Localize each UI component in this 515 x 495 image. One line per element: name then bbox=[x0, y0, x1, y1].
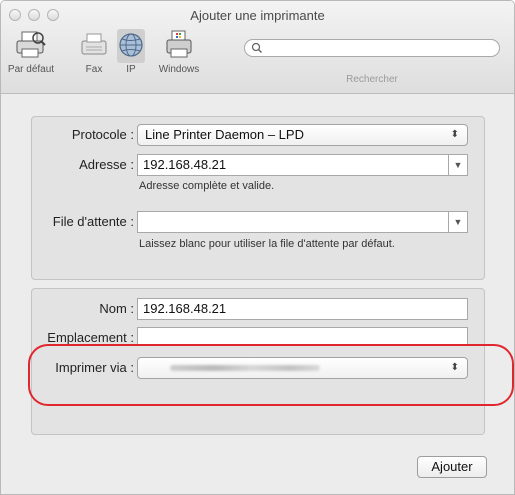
selected-highlight bbox=[117, 29, 145, 63]
fax-icon bbox=[81, 33, 107, 55]
add-button[interactable]: Ajouter bbox=[417, 456, 487, 478]
updown-arrows-icon: ⬍ bbox=[450, 129, 459, 140]
toolbar-item-default[interactable]: Par défaut bbox=[1, 29, 61, 75]
search-label: Rechercher bbox=[346, 74, 398, 85]
protocol-label: Protocole : bbox=[71, 127, 134, 142]
queue-label: File d'attente : bbox=[52, 214, 134, 229]
address-value: 192.168.48.21 bbox=[143, 157, 227, 172]
address-hint: Adresse complète et valide. bbox=[139, 180, 275, 192]
toolbar-item-fax[interactable]: Fax bbox=[79, 29, 109, 75]
chevron-down-icon[interactable]: ▼ bbox=[448, 212, 467, 232]
name-label: Nom : bbox=[99, 301, 134, 316]
name-value: 192.168.48.21 bbox=[143, 301, 227, 316]
title-toolbar: Ajouter une imprimante Par défaut Fax IP… bbox=[1, 1, 514, 94]
address-label: Adresse : bbox=[79, 157, 134, 172]
window-title: Ajouter une imprimante bbox=[190, 8, 325, 23]
queue-hint: Laissez blanc pour utiliser la file d'at… bbox=[139, 238, 395, 250]
protocol-popup[interactable]: Line Printer Daemon – LPD ⬍ bbox=[137, 124, 468, 146]
toolbar-item-label: Windows bbox=[158, 64, 200, 75]
search-icon bbox=[251, 42, 263, 54]
location-label: Emplacement : bbox=[47, 330, 134, 344]
add-printer-window: Ajouter une imprimante Par défaut Fax IP… bbox=[0, 0, 515, 495]
location-field[interactable] bbox=[137, 327, 468, 345]
toolbar-item-ip[interactable]: IP bbox=[117, 29, 145, 75]
toolbar-item-label: IP bbox=[126, 64, 136, 75]
protocol-value: Line Printer Daemon – LPD bbox=[145, 127, 304, 142]
queue-combobox[interactable]: ▼ bbox=[137, 211, 468, 233]
address-combobox[interactable]: 192.168.48.21 ▼ bbox=[137, 154, 468, 176]
chevron-down-icon[interactable]: ▼ bbox=[448, 155, 467, 175]
connection-settings-group: Protocole : Line Printer Daemon – LPD ⬍ … bbox=[31, 116, 485, 280]
search-input[interactable] bbox=[244, 39, 500, 57]
name-field[interactable]: 192.168.48.21 bbox=[137, 298, 468, 320]
windows-printer-icon bbox=[166, 30, 192, 58]
toolbar-item-label: Par défaut bbox=[7, 64, 55, 75]
default-printer-icon bbox=[16, 31, 46, 58]
ip-globe-icon bbox=[119, 33, 143, 57]
default-printer-icon-wrap bbox=[1, 29, 61, 61]
toolbar-item-label: Fax bbox=[85, 64, 103, 75]
toolbar-item-windows[interactable]: Windows bbox=[154, 29, 204, 75]
highlight-annotation bbox=[28, 344, 514, 406]
